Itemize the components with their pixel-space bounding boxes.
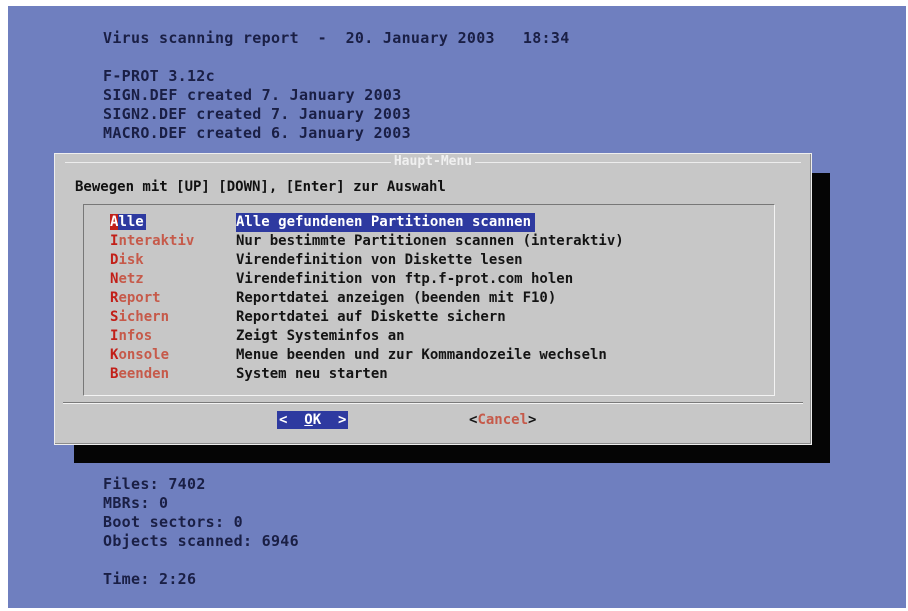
menu-description: Alle gefundenen Partitionen scannen [236,213,536,232]
menu-item-beenden[interactable]: Beenden System neu starten [84,365,774,384]
stat-line: Files: 7402 [103,475,206,493]
stat-value: 0 [233,513,243,531]
menu-item-infos[interactable]: Infos Zeigt Systeminfos an [84,327,774,346]
menu-tag: etz [118,271,144,287]
console-screen: Virus scanning report - 20. January 2003… [8,6,906,608]
menu-item-report[interactable]: Report Reportdatei anzeigen (beenden mit… [84,289,774,308]
menu-description: Reportdatei anzeigen (beenden mit F10) [236,290,557,306]
menu-description: Zeigt Systeminfos an [236,328,405,344]
menu-item-sichern[interactable]: Sichern Reportdatei auf Diskette sichern [84,308,774,327]
menu-item-interaktiv[interactable]: Interaktiv Nur bestimmte Partitionen sca… [84,232,774,251]
def-line: SIGN.DEF created 7. January 2003 [103,86,402,104]
menu-tag: nfos [118,328,153,344]
def-line: MACRO.DEF created 6. January 2003 [103,124,411,142]
dialog-title: Haupt-Menu [55,154,811,169]
menu-tag: onsole [118,347,170,363]
menu-description: Menue beenden und zur Kommandozeile wech… [236,347,607,363]
time-line: Time: 2:26 [103,570,197,588]
button-separator [63,402,803,404]
ok-button[interactable]: < OK > [277,411,349,429]
menu-description: Virendefinition von ftp.f-prot.com holen [236,271,574,287]
menu-tag: nteraktiv [118,233,195,249]
menu-item-disk[interactable]: Disk Virendefinition von Diskette lesen [84,251,774,270]
stat-line: Objects scanned: 6946 [103,532,299,550]
menu-item-alle[interactable]: Alle Alle gefundenen Partitionen scannen [84,213,774,232]
menu-list: Alle Alle gefundenen Partitionen scannen… [83,204,775,396]
menu-tag: eenden [118,366,170,382]
time-value: 2:26 [159,570,197,588]
stat-line: MBRs: 0 [103,494,169,512]
stat-value: 0 [159,494,169,512]
main-menu-dialog: Haupt-Menu Bewegen mit [UP] [DOWN], [Ent… [54,153,812,445]
stat-value: 6946 [261,532,299,550]
menu-tag: ichern [118,309,170,325]
menu-description: System neu starten [236,366,388,382]
menu-item-konsole[interactable]: Konsole Menue beenden und zur Kommandoze… [84,346,774,365]
version-line: F-PROT 3.12c [103,67,215,85]
menu-tag: lle [118,214,146,230]
menu-description: Nur bestimmte Partitionen scannen (inter… [236,233,624,249]
report-title: Virus scanning report - 20. January 2003… [103,29,570,47]
menu-tag: isk [118,252,144,268]
menu-description: Reportdatei auf Diskette sichern [236,309,506,325]
stat-value: 7402 [168,475,206,493]
def-line: SIGN2.DEF created 7. January 2003 [103,105,411,123]
menu-item-netz[interactable]: Netz Virendefinition von ftp.f-prot.com … [84,270,774,289]
cancel-button[interactable]: <Cancel> [469,411,536,429]
stat-line: Boot sectors: 0 [103,513,243,531]
menu-description: Virendefinition von Diskette lesen [236,252,523,268]
menu-tag: eport [118,290,161,306]
dialog-instruction: Bewegen mit [UP] [DOWN], [Enter] zur Aus… [75,179,446,195]
